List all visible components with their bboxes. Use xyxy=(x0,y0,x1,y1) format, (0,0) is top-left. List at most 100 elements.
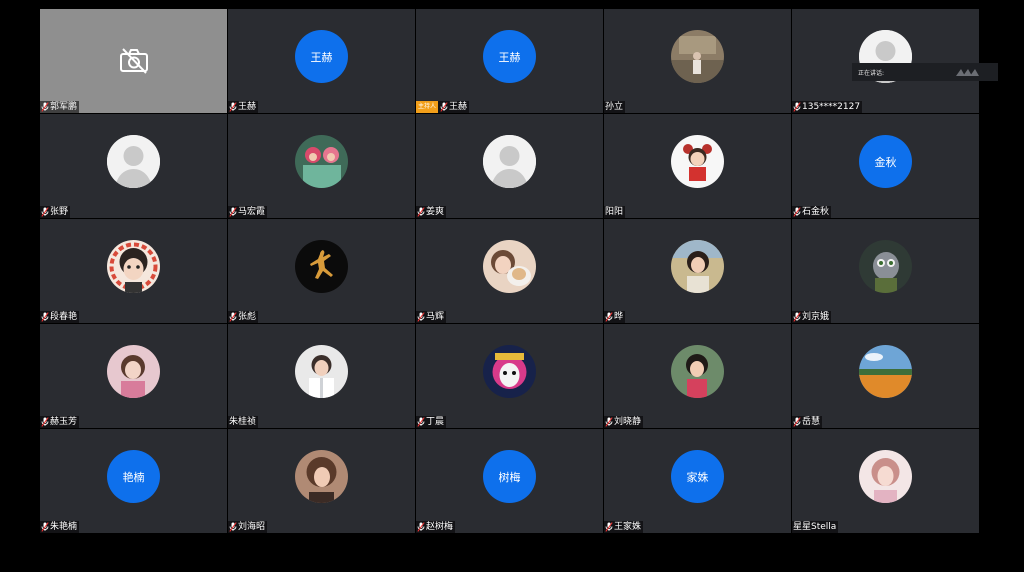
participant-name-bar: 刘京娥 xyxy=(792,311,832,323)
participant-name: 135****2127 xyxy=(802,102,861,112)
mic-muted-icon xyxy=(228,102,238,112)
speaking-label: 正在讲话: xyxy=(858,69,885,77)
participant-name: 朱桂祯 xyxy=(229,417,257,427)
mic-muted-icon xyxy=(792,102,802,112)
participant-tile[interactable]: 树梅赵树梅 xyxy=(416,429,603,533)
participant-name-bar: 王赫 xyxy=(228,101,259,113)
participant-name: 王家姝 xyxy=(614,522,642,532)
photo-landscape xyxy=(859,345,912,398)
avatar-initials: 王赫 xyxy=(295,30,348,83)
participant-name: 张彪 xyxy=(238,312,257,322)
photo-woman-hair xyxy=(295,450,348,503)
photo-cartoon-animal xyxy=(859,240,912,293)
participant-name: 晔 xyxy=(614,312,624,322)
participant-name-bar: 丁晨 xyxy=(416,416,447,428)
participant-name-bar: 星星Stella xyxy=(792,521,839,533)
mic-muted-icon xyxy=(40,522,50,532)
participant-name: 段春艳 xyxy=(50,312,78,322)
photo-kids-costume xyxy=(295,135,348,188)
participant-tile[interactable]: 刘京娥 xyxy=(792,219,979,323)
photo-woman-portrait xyxy=(859,450,912,503)
participant-name: 赫玉芳 xyxy=(50,417,78,427)
mic-muted-icon xyxy=(228,312,238,322)
participant-tile[interactable]: 马宏霞 xyxy=(228,114,415,218)
avatar-initials: 王赫 xyxy=(483,30,536,83)
participant-name-bar: 135****2127 xyxy=(792,101,863,113)
mic-muted-icon xyxy=(604,417,614,427)
participant-name: 岳慧 xyxy=(802,417,821,427)
participant-name-bar: 赫玉芳 xyxy=(40,416,80,428)
mic-muted-icon xyxy=(40,312,50,322)
participant-tile[interactable]: 王赫 主持人 王赫 xyxy=(416,9,603,113)
participant-tile[interactable]: 丁晨 xyxy=(416,324,603,428)
mic-muted-icon xyxy=(40,417,50,427)
participant-name: 马辉 xyxy=(426,312,445,322)
participant-tile[interactable]: 段春艳 xyxy=(40,219,227,323)
participant-tile[interactable]: 晔 xyxy=(604,219,791,323)
photo-woman-pink xyxy=(107,345,160,398)
photo-outdoor-stairs xyxy=(671,30,724,83)
participant-tile[interactable]: 阳阳 xyxy=(604,114,791,218)
participant-name-bar: 石金秋 xyxy=(792,206,832,218)
host-badge: 主持人 xyxy=(416,101,439,113)
participant-tile[interactable]: 家姝 王家姝 xyxy=(604,429,791,533)
participant-tile[interactable]: 张彪 xyxy=(228,219,415,323)
default-avatar-icon xyxy=(483,135,536,188)
photo-cartoon-face xyxy=(107,240,160,293)
participant-tile[interactable]: 马辉 xyxy=(416,219,603,323)
participant-name-bar: 主持人 王赫 xyxy=(416,101,470,113)
participant-tile[interactable]: 刘海昭 xyxy=(228,429,415,533)
participant-tile[interactable]: 朱桂祯 xyxy=(228,324,415,428)
participant-name-bar: 郭军鹏 xyxy=(40,101,80,113)
participant-name: 刘京娥 xyxy=(802,312,830,322)
mic-muted-icon xyxy=(604,522,614,532)
participant-tile[interactable]: 刘晓静 xyxy=(604,324,791,428)
mic-muted-icon xyxy=(792,312,802,322)
participant-name-bar: 姜爽 xyxy=(416,206,447,218)
participant-tile[interactable]: 赫玉芳 xyxy=(40,324,227,428)
participant-tile[interactable]: 张野 xyxy=(40,114,227,218)
photo-opera-mask xyxy=(483,345,536,398)
photo-cartoon-girl xyxy=(671,135,724,188)
participant-name: 郭军鹏 xyxy=(50,102,78,112)
participant-name-bar: 张野 xyxy=(40,206,71,218)
participant-tile[interactable]: 星星Stella xyxy=(792,429,979,533)
photo-woman-outdoors xyxy=(671,240,724,293)
participant-tile[interactable]: 岳慧 xyxy=(792,324,979,428)
participant-name-bar: 孙立 xyxy=(604,101,626,113)
participant-name-bar: 刘海昭 xyxy=(228,521,268,533)
mic-muted-icon xyxy=(416,312,426,322)
participant-tile[interactable]: 王赫 王赫 xyxy=(228,9,415,113)
participant-name: 石金秋 xyxy=(802,207,830,217)
participant-name: 赵树梅 xyxy=(426,522,454,532)
participant-tile[interactable]: 金秋 石金秋 xyxy=(792,114,979,218)
participant-name: 张野 xyxy=(50,207,69,217)
participant-name: 马宏霞 xyxy=(238,207,266,217)
mic-muted-icon xyxy=(792,417,802,427)
mic-muted-icon xyxy=(228,522,238,532)
participant-name-bar: 王家姝 xyxy=(604,521,644,533)
photo-child-girl xyxy=(671,345,724,398)
participant-name: 王赫 xyxy=(238,102,257,112)
participant-grid: 郭军鹏 王赫 王赫 王赫 主持人 王赫 孙立 135****2127 张野 马宏霞 姜爽 阳阳 金秋 石金… xyxy=(40,9,981,538)
mic-muted-icon xyxy=(416,522,426,532)
participant-name-bar: 阳阳 xyxy=(604,206,626,218)
avatar-initials: 树梅 xyxy=(483,450,536,503)
participant-name: 朱艳楠 xyxy=(50,522,78,532)
participant-name: 王赫 xyxy=(449,102,468,112)
participant-tile[interactable]: 郭军鹏 xyxy=(40,9,227,113)
participant-name-bar: 朱桂祯 xyxy=(228,416,259,428)
participant-name-bar: 岳慧 xyxy=(792,416,823,428)
participant-tile[interactable]: 姜爽 xyxy=(416,114,603,218)
participant-tile[interactable]: 艳楠 朱艳楠 xyxy=(40,429,227,533)
photo-woman-white xyxy=(295,345,348,398)
participant-name: 丁晨 xyxy=(426,417,445,427)
participant-tile[interactable]: 孙立 xyxy=(604,9,791,113)
default-avatar-icon xyxy=(107,135,160,188)
mic-muted-icon xyxy=(40,102,50,112)
mic-muted-icon xyxy=(40,207,50,217)
speaking-indicator: 正在讲话: xyxy=(852,63,998,81)
participant-tile[interactable]: 135****2127 xyxy=(792,9,979,113)
participant-name: 刘海昭 xyxy=(238,522,266,532)
participant-name: 孙立 xyxy=(605,102,624,112)
